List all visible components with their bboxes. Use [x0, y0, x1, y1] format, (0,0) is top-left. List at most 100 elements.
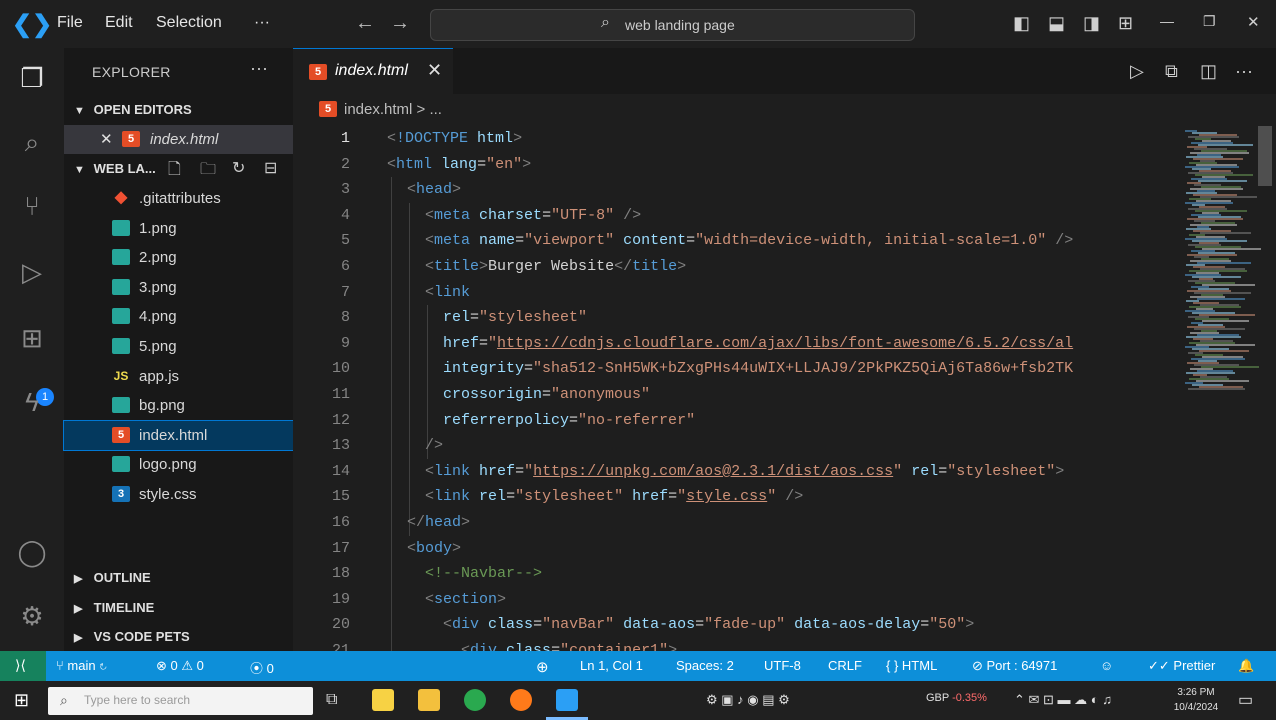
code-line[interactable]: 18 <!--Navbar--> — [293, 561, 1173, 587]
code-line[interactable]: 13 /> — [293, 433, 1173, 459]
workspace-section[interactable]: ▼ WEB LA... — [74, 161, 156, 176]
file-explorer-icon[interactable] — [418, 689, 440, 711]
lightning-icon[interactable]: ϟ — [12, 382, 52, 422]
settings-gear-icon[interactable]: ⚙ — [12, 596, 52, 636]
minimap[interactable] — [1173, 126, 1261, 651]
menu-file[interactable]: File — [57, 14, 83, 32]
menu-more[interactable]: ··· — [254, 14, 270, 32]
prettier-status[interactable]: ✓✓ Prettier — [1148, 658, 1215, 674]
clock[interactable]: 3:26 PM 10/4/2024 — [1168, 685, 1224, 715]
ports-status[interactable]: ⦿ 0 — [250, 658, 274, 677]
search-icon[interactable]: ⌕ — [12, 122, 52, 162]
firefox-icon[interactable] — [510, 689, 532, 711]
split-editor-icon[interactable]: ◫ — [1200, 61, 1217, 82]
language-mode[interactable]: { } HTML — [886, 658, 937, 673]
close-tab-icon[interactable]: ✕ — [427, 60, 442, 81]
file-item[interactable]: ▬ 4.png — [64, 302, 293, 331]
code-line[interactable]: 17 <body> — [293, 536, 1173, 562]
explorer-more-icon[interactable]: ··· — [250, 58, 268, 79]
new-folder-icon[interactable]: 🗀 — [200, 158, 216, 185]
breadcrumb-file[interactable]: index.html > ... — [344, 101, 442, 118]
code-line[interactable]: 2 <html lang="en"> — [293, 152, 1173, 178]
new-file-icon[interactable]: 🗋 — [168, 158, 181, 185]
file-item[interactable]: JS app.js — [64, 362, 293, 391]
run-debug-icon[interactable]: ▷ — [12, 252, 52, 292]
close-window-icon[interactable]: ✕ — [1247, 13, 1260, 31]
tray-extra-icons[interactable]: ⌃ ✉ ⊡ ▬ ☁ ◐ ♫ — [1014, 692, 1112, 708]
outline-section[interactable]: ▶ OUTLINE — [74, 570, 151, 585]
menu-edit[interactable]: Edit — [105, 14, 133, 32]
code-line[interactable]: 4 <meta charset="UTF-8" /> — [293, 203, 1173, 229]
command-center-search[interactable]: ⌕ web landing page — [430, 9, 915, 41]
code-line[interactable]: 7 <link — [293, 280, 1173, 306]
back-arrow-icon[interactable]: ← — [355, 12, 375, 35]
vertical-scrollbar[interactable] — [1258, 126, 1272, 186]
refresh-icon[interactable]: ↻ — [232, 158, 245, 178]
stock-widget[interactable]: GBP -0.35% — [926, 692, 987, 704]
chrome-icon[interactable] — [464, 689, 486, 711]
encoding[interactable]: UTF-8 — [764, 658, 801, 673]
file-item[interactable]: ▬ 5.png — [64, 332, 293, 361]
code-line[interactable]: 10 integrity="sha512-SnH5WK+bZxgPHs44uWIX… — [293, 356, 1173, 382]
code-line[interactable]: 1 <!DOCTYPE html> — [293, 126, 1173, 152]
code-line[interactable]: 19 <section> — [293, 587, 1173, 613]
problems-status[interactable]: ⊗ 0 ⚠ 0 — [156, 658, 204, 674]
tray-icons[interactable]: ⚙ ▣ ♪ ◉ ▤ ⚙ — [706, 692, 790, 708]
live-server-port[interactable]: ⊘ Port : 64971 — [972, 658, 1057, 674]
notification-center-icon[interactable]: ▭ — [1238, 690, 1253, 710]
code-line[interactable]: 9 href="https://cdnjs.cloudflare.com/ajax… — [293, 331, 1173, 357]
taskbar-search[interactable]: ⌕ Type here to search — [48, 687, 313, 715]
explorer-icon[interactable]: ❐ — [12, 58, 52, 98]
customize-layout-icon[interactable]: ⊞ — [1118, 13, 1133, 34]
code-line[interactable]: 14 <link href="https://unpkg.com/aos@2.3.… — [293, 459, 1173, 485]
file-item[interactable]: ◆ .gitattributes — [64, 184, 293, 213]
open-editors-section[interactable]: ▼ OPEN EDITORS — [74, 102, 192, 117]
code-editor[interactable]: 1 <!DOCTYPE html> 2 <html lang="en"> 3 <head>… — [293, 126, 1173, 651]
timeline-section[interactable]: ▶ TIMELINE — [74, 600, 154, 615]
close-editor-icon[interactable]: ✕ — [100, 130, 113, 148]
file-item[interactable]: ▬ 2.png — [64, 243, 293, 272]
tab-index-html[interactable]: 5 index.html ✕ — [293, 48, 453, 94]
task-view-icon[interactable]: ⧉ — [326, 691, 337, 709]
notifications-bell-icon[interactable]: 🔔 — [1238, 658, 1254, 674]
run-icon[interactable]: ▷ — [1130, 61, 1144, 82]
vscode-pets-section[interactable]: ▶ VS CODE PETS — [74, 629, 190, 644]
extensions-icon[interactable]: ⊞ — [12, 318, 52, 358]
indentation[interactable]: Spaces: 2 — [676, 658, 734, 673]
code-line[interactable]: 12 referrerpolicy="no-referrer" — [293, 408, 1173, 434]
minimize-icon[interactable]: — — [1160, 13, 1174, 29]
code-line[interactable]: 5 <meta name="viewport" content="width=de… — [293, 228, 1173, 254]
code-line[interactable]: 8 rel="stylesheet" — [293, 305, 1173, 331]
zoom-icon[interactable]: ⊕ — [536, 658, 549, 676]
vscode-taskbar-icon[interactable] — [556, 689, 578, 711]
remote-indicator[interactable]: ⟩⟨ — [0, 651, 46, 681]
collapse-all-icon[interactable]: ⊟ — [264, 158, 277, 178]
account-icon[interactable]: ◯ — [12, 532, 52, 572]
file-item[interactable]: 3 style.css — [64, 480, 293, 509]
file-item[interactable]: 5 index.html — [63, 419, 294, 451]
forward-arrow-icon[interactable]: → — [390, 12, 410, 35]
open-preview-icon[interactable]: ⧉ — [1165, 61, 1178, 82]
toggle-sidebar-icon[interactable]: ◧ — [1013, 13, 1030, 34]
file-item[interactable]: ▬ 1.png — [64, 214, 293, 243]
line-ending[interactable]: CRLF — [828, 658, 862, 673]
code-line[interactable]: 16 </head> — [293, 510, 1173, 536]
file-item[interactable]: ▬ bg.png — [64, 391, 293, 420]
code-line[interactable]: 11 crossorigin="anonymous" — [293, 382, 1173, 408]
open-editor-item[interactable]: ✕ 5 index.html — [64, 125, 293, 154]
more-actions-icon[interactable]: ··· — [1235, 61, 1253, 82]
file-item[interactable]: ▬ 3.png — [64, 273, 293, 302]
cursor-position[interactable]: Ln 1, Col 1 — [580, 658, 643, 673]
branch-status[interactable]: ⑂ main ↻ — [56, 658, 107, 673]
windows-start-icon[interactable]: ⊞ — [14, 690, 29, 711]
code-line[interactable]: 21 <div class="container1"> — [293, 638, 1173, 651]
toggle-panel-icon[interactable]: ⬓ — [1048, 13, 1065, 34]
code-line[interactable]: 3 <head> — [293, 177, 1173, 203]
code-line[interactable]: 20 <div class="navBar" data-aos="fade-up"… — [293, 612, 1173, 638]
source-control-icon[interactable]: ⑂ — [12, 186, 52, 226]
file-item[interactable]: ▬ logo.png — [64, 450, 293, 479]
toggle-secondary-sidebar-icon[interactable]: ◨ — [1083, 13, 1100, 34]
code-line[interactable]: 15 <link rel="stylesheet" href="style.css… — [293, 484, 1173, 510]
feedback-icon[interactable]: ☺ — [1100, 658, 1113, 673]
sticky-notes-icon[interactable] — [372, 689, 394, 711]
